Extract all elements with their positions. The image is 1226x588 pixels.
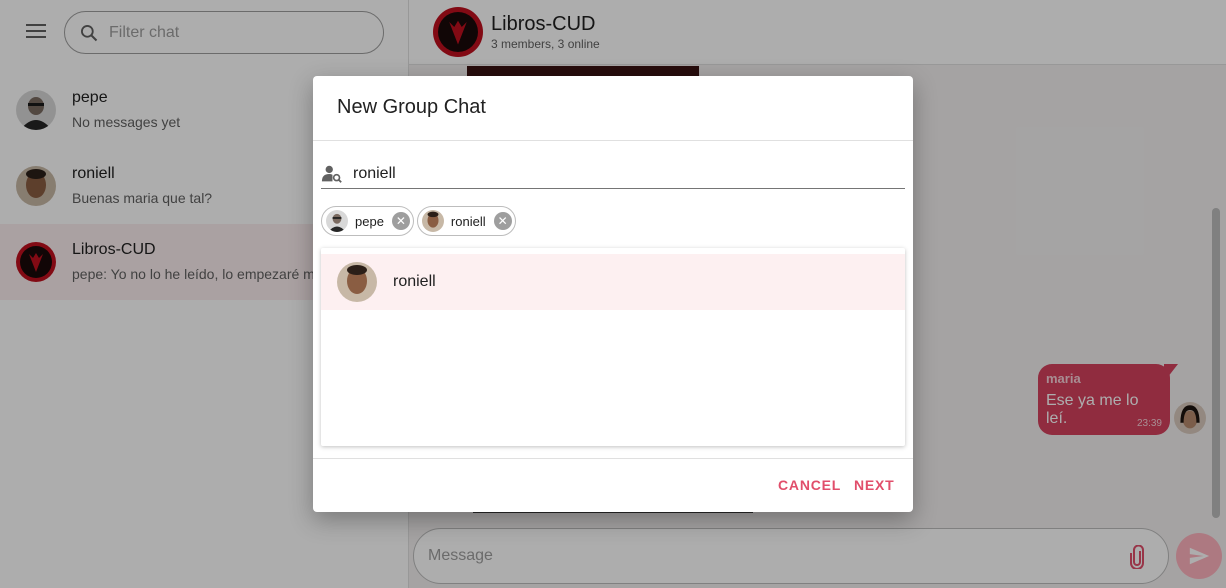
chip-label: roniell: [450, 213, 486, 229]
new-group-chat-dialog: New Group Chat pepe ✕ roniell ✕ roniell: [313, 76, 913, 512]
dialog-title: New Group Chat: [313, 76, 913, 141]
avatar: [326, 210, 348, 232]
member-search-input[interactable]: [353, 164, 893, 183]
avatar: [421, 210, 444, 232]
chip-label: pepe: [355, 213, 384, 229]
dialog-actions: CANCEL NEXT: [313, 458, 913, 512]
cancel-circle-icon[interactable]: ✕: [391, 212, 410, 230]
selected-members: pepe ✕ roniell ✕: [321, 206, 519, 236]
search-results-list: roniell: [321, 248, 905, 446]
next-button[interactable]: NEXT: [854, 477, 895, 493]
member-search-field[interactable]: [321, 159, 905, 189]
avatar: [337, 262, 377, 302]
result-item-roniell[interactable]: roniell: [321, 254, 905, 310]
cancel-circle-icon[interactable]: ✕: [493, 212, 512, 230]
member-chip-pepe[interactable]: pepe ✕: [321, 206, 414, 236]
user-search-icon: [321, 165, 342, 183]
cancel-button[interactable]: CANCEL: [778, 477, 841, 493]
member-chip-roniell[interactable]: roniell ✕: [416, 206, 516, 236]
result-name: roniell: [393, 273, 436, 290]
